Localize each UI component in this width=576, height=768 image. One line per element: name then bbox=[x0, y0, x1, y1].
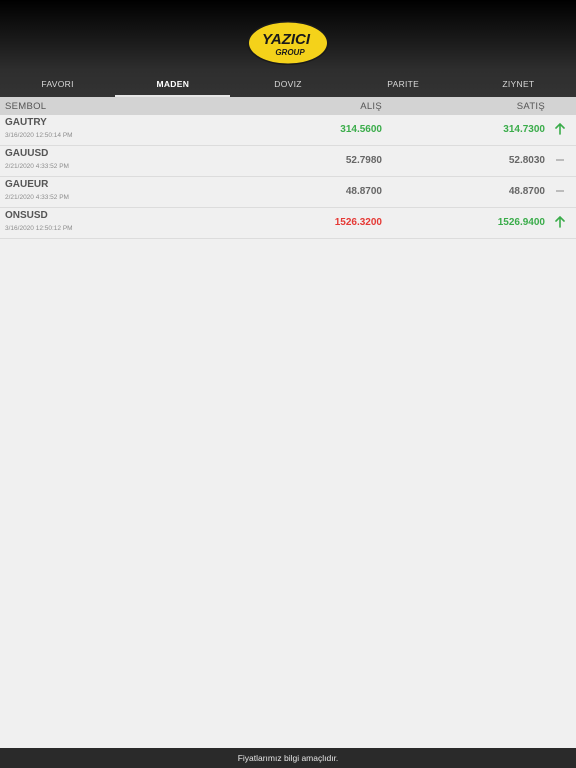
yazici-group-logo: YAZICI GROUP bbox=[246, 20, 330, 66]
row-alis: 314.5600 bbox=[340, 124, 382, 135]
row-satis: 1526.9400 bbox=[497, 217, 545, 228]
tab-parite[interactable]: PARITE bbox=[346, 71, 461, 97]
tab-bar: FAVORI MADEN DOVIZ PARITE ZIYNET bbox=[0, 71, 576, 97]
column-satis: SATIŞ bbox=[516, 101, 545, 112]
row-time: 3/16/2020 12:50:14 PM bbox=[5, 132, 73, 139]
table-row[interactable]: ONSUSD 3/16/2020 12:50:12 PM 1526.3200 1… bbox=[0, 208, 576, 239]
row-alis: 48.8700 bbox=[345, 186, 382, 197]
column-symbol: SEMBOL bbox=[5, 101, 47, 112]
dash-icon bbox=[554, 154, 566, 166]
up-arrow-icon bbox=[554, 123, 566, 135]
disclaimer-footer: Fiyatlarımız bilgi amaçlıdır. bbox=[0, 748, 576, 768]
row-symbol: GAUEUR bbox=[5, 179, 49, 190]
row-symbol: GAUUSD bbox=[5, 148, 49, 159]
up-arrow-icon bbox=[554, 216, 566, 228]
row-time: 2/21/2020 4:33:52 PM bbox=[5, 163, 69, 170]
tab-maden[interactable]: MADEN bbox=[115, 71, 231, 97]
table-row[interactable]: GAUEUR 2/21/2020 4:33:52 PM 48.8700 48.8… bbox=[0, 177, 576, 208]
row-alis: 52.7980 bbox=[345, 155, 382, 166]
row-satis: 52.8030 bbox=[508, 155, 545, 166]
row-time: 2/21/2020 4:33:52 PM bbox=[5, 194, 69, 201]
row-time: 3/16/2020 12:50:12 PM bbox=[5, 225, 73, 232]
tab-favori[interactable]: FAVORI bbox=[0, 71, 115, 97]
app-header: YAZICI GROUP FAVORI MADEN DOVIZ PARITE Z… bbox=[0, 0, 576, 97]
row-satis: 48.8700 bbox=[508, 186, 545, 197]
dash-icon bbox=[554, 185, 566, 197]
row-symbol: ONSUSD bbox=[5, 210, 48, 221]
tab-ziynet[interactable]: ZIYNET bbox=[461, 71, 576, 97]
row-satis: 314.7300 bbox=[503, 124, 545, 135]
row-symbol: GAUTRY bbox=[5, 117, 47, 128]
tab-doviz[interactable]: DOVIZ bbox=[230, 71, 345, 97]
logo-text-sub: GROUP bbox=[275, 48, 305, 57]
footer-text: Fiyatlarımız bilgi amaçlıdır. bbox=[237, 753, 339, 763]
column-header: SEMBOL ALIŞ SATIŞ bbox=[0, 97, 576, 115]
column-alis: ALIŞ bbox=[360, 101, 382, 112]
row-alis: 1526.3200 bbox=[334, 217, 382, 228]
table-row[interactable]: GAUTRY 3/16/2020 12:50:14 PM 314.5600 31… bbox=[0, 115, 576, 146]
price-list: GAUTRY 3/16/2020 12:50:14 PM 314.5600 31… bbox=[0, 115, 576, 239]
logo-text-main: YAZICI bbox=[262, 31, 311, 48]
table-row[interactable]: GAUUSD 2/21/2020 4:33:52 PM 52.7980 52.8… bbox=[0, 146, 576, 177]
